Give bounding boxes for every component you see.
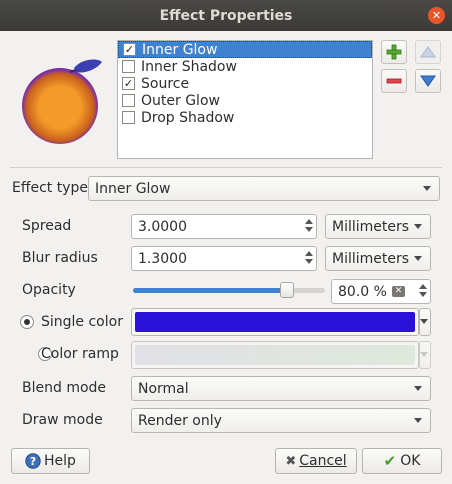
svg-text:?: ? <box>30 455 36 468</box>
remove-effect-button[interactable] <box>381 69 407 93</box>
opacity-input[interactable]: 80.0 % ✕ <box>331 279 431 304</box>
blur-radius-label: Blur radius <box>22 250 98 266</box>
ok-label: OK <box>400 453 421 469</box>
blend-mode-value: Normal <box>138 380 189 397</box>
spread-stepper[interactable] <box>304 218 314 236</box>
blur-radius-input[interactable]: 1.3000 <box>131 246 317 271</box>
leaf-icon <box>74 59 102 73</box>
effects-list[interactable]: ✓ Inner Glow Inner Shadow ✓ Source Outer Glow… <box>117 40 373 159</box>
chevron-down-icon <box>414 255 422 261</box>
opacity-label: Opacity <box>22 282 76 298</box>
separator <box>10 167 442 168</box>
minus-icon <box>386 78 402 84</box>
title-bar: Effect Properties ✕ <box>0 0 452 31</box>
effect-checkbox[interactable]: ✓ <box>122 77 135 90</box>
check-icon: ✔ <box>383 452 397 470</box>
cancel-button[interactable]: ✖ Cancel <box>275 448 357 474</box>
plus-icon <box>386 44 402 60</box>
spread-unit-value: Millimeters <box>332 218 410 235</box>
blur-unit-select[interactable]: Millimeters <box>325 246 431 271</box>
effect-label: Inner Glow <box>142 41 218 58</box>
effect-label: Outer Glow <box>141 92 220 109</box>
chevron-down-icon <box>420 319 428 324</box>
effect-item[interactable]: Outer Glow <box>118 92 372 109</box>
single-color-label: Single color <box>41 314 123 330</box>
effect-label: Drop Shadow <box>141 109 235 126</box>
effect-item[interactable]: Inner Shadow <box>118 58 372 75</box>
opacity-slider-fill <box>133 288 287 293</box>
color-ramp-button[interactable] <box>131 341 419 369</box>
orange-icon <box>22 68 98 144</box>
move-up-button[interactable] <box>415 40 441 64</box>
color-ramp-label: Color ramp <box>41 346 119 362</box>
single-color-radio[interactable] <box>20 315 34 329</box>
opacity-slider-handle[interactable] <box>279 282 294 298</box>
color-ramp-dropdown-button[interactable] <box>419 341 431 369</box>
effect-label: Source <box>141 75 190 92</box>
effect-preview <box>22 59 102 144</box>
close-icon: ✖ <box>285 453 297 469</box>
help-button[interactable]: ? Help <box>11 448 90 474</box>
effect-item[interactable]: ✓ Source <box>118 75 372 92</box>
window-title: Effect Properties <box>159 7 293 24</box>
chevron-down-icon <box>414 385 422 391</box>
opacity-value: 80.0 % <box>338 283 387 300</box>
blur-radius-value: 1.3000 <box>138 250 187 267</box>
arrow-up-icon <box>420 46 436 58</box>
clear-icon[interactable]: ✕ <box>392 286 405 297</box>
blend-mode-label: Blend mode <box>22 380 107 396</box>
effect-checkbox[interactable] <box>122 94 135 107</box>
effect-type-select[interactable]: Inner Glow <box>88 176 440 201</box>
spread-label: Spread <box>22 218 72 234</box>
close-icon[interactable]: ✕ <box>428 7 445 24</box>
chevron-down-icon <box>420 352 428 357</box>
color-dropdown-button[interactable] <box>419 308 431 336</box>
effect-checkbox[interactable] <box>122 111 135 124</box>
blur-unit-value: Millimeters <box>332 250 410 267</box>
help-icon: ? <box>25 453 41 469</box>
effect-item[interactable]: ✓ Inner Glow <box>118 41 372 58</box>
arrow-down-icon <box>420 75 436 87</box>
single-color-button[interactable] <box>131 308 419 336</box>
draw-mode-value: Render only <box>138 412 222 429</box>
spread-input[interactable]: 3.0000 <box>131 214 317 239</box>
effect-item[interactable]: Drop Shadow <box>118 109 372 126</box>
color-ramp-preview <box>135 345 415 365</box>
effect-type-value: Inner Glow <box>95 180 171 197</box>
draw-mode-select[interactable]: Render only <box>131 408 431 433</box>
effect-label: Inner Shadow <box>141 58 237 75</box>
effect-checkbox[interactable] <box>122 60 135 73</box>
draw-mode-label: Draw mode <box>22 412 103 428</box>
opacity-slider-track[interactable] <box>133 288 325 293</box>
chevron-down-icon <box>414 223 422 229</box>
help-label: Help <box>44 453 76 469</box>
move-down-button[interactable] <box>415 69 441 93</box>
effect-type-label: Effect type <box>12 180 89 196</box>
add-effect-button[interactable] <box>381 40 407 64</box>
spread-value: 3.0000 <box>138 218 187 235</box>
chevron-down-icon <box>414 417 422 423</box>
blur-radius-stepper[interactable] <box>304 250 314 268</box>
opacity-stepper[interactable] <box>418 283 428 301</box>
spread-unit-select[interactable]: Millimeters <box>325 214 431 239</box>
color-swatch <box>135 312 415 332</box>
chevron-down-icon <box>423 185 431 191</box>
ok-button[interactable]: ✔ OK <box>362 448 442 474</box>
blend-mode-select[interactable]: Normal <box>131 376 431 401</box>
cancel-label: Cancel <box>299 453 347 469</box>
effect-checkbox[interactable]: ✓ <box>123 43 136 56</box>
